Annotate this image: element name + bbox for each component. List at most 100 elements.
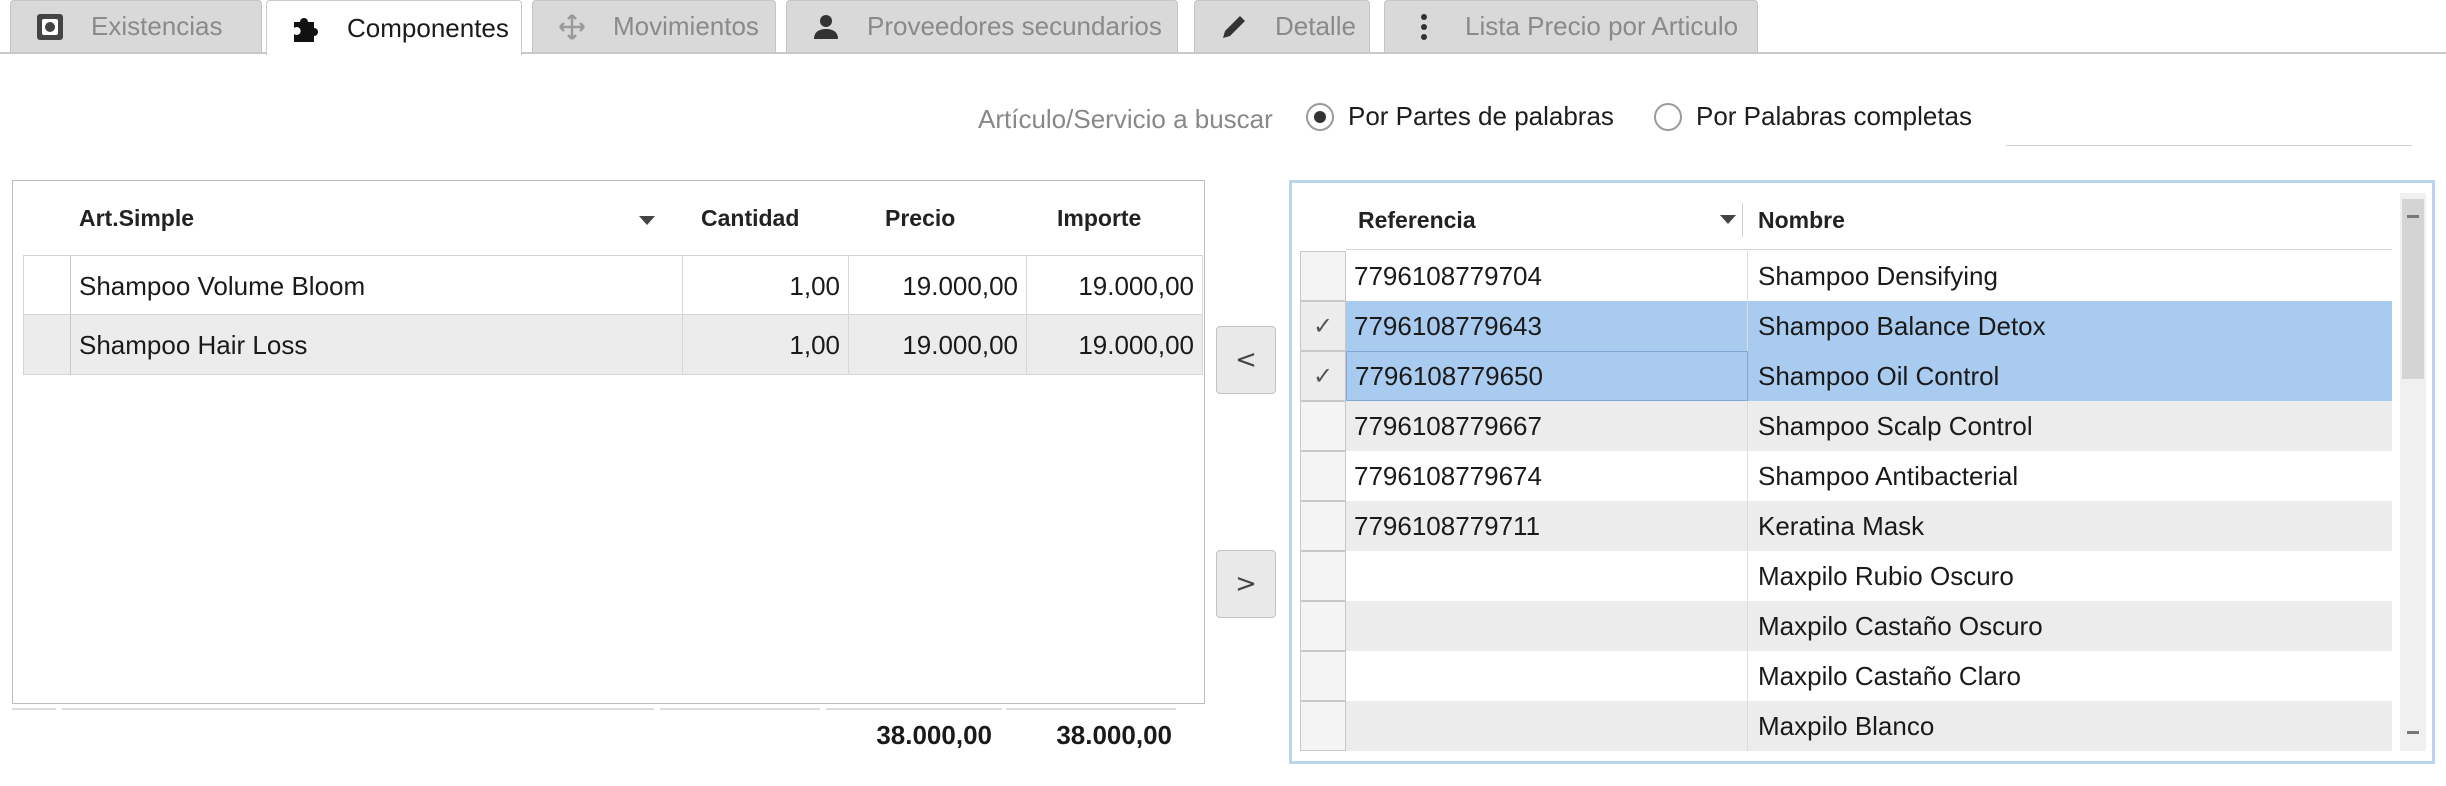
vertical-scrollbar[interactable] (2400, 193, 2426, 751)
kebab-icon (1407, 10, 1441, 44)
table-row[interactable]: Shampoo Volume Bloom 1,00 19.000,00 19.0… (23, 255, 1203, 316)
cell-referencia[interactable]: 7796108779650 (1346, 351, 1748, 401)
tab-proveedores-secundarios[interactable]: Proveedores secundarios (786, 0, 1178, 52)
list-item[interactable]: Maxpilo Castaño Claro (1300, 651, 2392, 701)
list-item[interactable]: Maxpilo Rubio Oscuro (1300, 551, 2392, 601)
row-checkbox[interactable] (1300, 451, 1346, 501)
cell-nombre[interactable]: Keratina Mask (1750, 501, 2390, 551)
cell-art[interactable]: Shampoo Hair Loss (71, 315, 683, 375)
tab-label: Existencias (91, 11, 223, 41)
list-item[interactable]: 7796108779711 Keratina Mask (1300, 501, 2392, 551)
cell-referencia[interactable]: 7796108779711 (1346, 501, 1748, 551)
tab-label: Movimientos (613, 11, 759, 41)
list-item[interactable]: 7796108779667 Shampoo Scalp Control (1300, 401, 2392, 451)
totals-divider (62, 708, 654, 710)
tab-existencias[interactable]: Existencias (10, 0, 262, 52)
totals-divider (660, 708, 820, 710)
cell-precio[interactable]: 19.000,00 (849, 256, 1027, 316)
move-left-button[interactable]: < (1216, 326, 1276, 394)
tab-movimientos[interactable]: Movimientos (532, 0, 776, 52)
move-right-button[interactable]: > (1216, 550, 1276, 618)
row-checkbox[interactable] (1300, 651, 1346, 701)
tab-label: Proveedores secundarios (867, 11, 1162, 41)
row-selector[interactable] (23, 315, 71, 375)
radio-partial-circle[interactable] (1306, 102, 1334, 131)
col-precio[interactable]: Precio (885, 181, 985, 255)
search-label: Artículo/Servicio a buscar (978, 104, 1273, 134)
table-row[interactable]: Shampoo Hair Loss 1,00 19.000,00 19.000,… (23, 315, 1203, 375)
cell-precio[interactable]: 19.000,00 (849, 315, 1027, 375)
cell-nombre[interactable]: Maxpilo Castaño Claro (1750, 651, 2390, 701)
pencil-icon (1217, 10, 1251, 44)
cell-referencia[interactable] (1346, 701, 1748, 751)
radio-whole-words[interactable]: Por Palabras completas (1654, 101, 1972, 132)
cell-nombre[interactable]: Maxpilo Blanco (1750, 701, 2390, 751)
totals-divider (1006, 708, 1176, 710)
list-item[interactable]: Maxpilo Castaño Oscuro (1300, 601, 2392, 651)
row-checkbox[interactable] (1300, 501, 1346, 551)
list-item[interactable]: 7796108779674 Shampoo Antibacterial (1300, 451, 2392, 501)
radio-whole-circle[interactable] (1654, 102, 1682, 131)
tab-detalle[interactable]: Detalle (1194, 0, 1370, 52)
cell-cantidad[interactable]: 1,00 (683, 315, 849, 375)
sort-caret-icon[interactable] (1720, 215, 1736, 224)
row-selector[interactable] (23, 256, 71, 316)
search-input[interactable] (2006, 96, 2412, 146)
cell-nombre[interactable]: Maxpilo Castaño Oscuro (1750, 601, 2390, 651)
cell-referencia[interactable]: 7796108779704 (1346, 251, 1748, 301)
totals-divider (826, 708, 1002, 710)
list-item[interactable]: ✓ 7796108779650 Shampoo Oil Control (1300, 351, 2392, 401)
total-precio: 38.000,00 (876, 720, 992, 750)
col-importe[interactable]: Importe (1057, 181, 1177, 255)
cell-referencia[interactable]: 7796108779643 (1346, 301, 1748, 351)
row-checkbox[interactable] (1300, 551, 1346, 601)
col-referencia[interactable]: Referencia (1358, 197, 1658, 243)
cell-nombre[interactable]: Maxpilo Rubio Oscuro (1750, 551, 2390, 601)
scroll-down-icon[interactable] (2407, 731, 2419, 734)
total-importe: 38.000,00 (1056, 720, 1172, 750)
list-item[interactable]: Maxpilo Blanco (1300, 701, 2392, 751)
row-checkbox[interactable] (1300, 251, 1346, 301)
sort-caret-icon[interactable] (639, 216, 655, 225)
scrollbar-thumb[interactable] (2402, 199, 2424, 379)
list-item[interactable]: 7796108779704 Shampoo Densifying (1300, 251, 2392, 301)
cell-nombre[interactable]: Shampoo Densifying (1750, 251, 2390, 301)
cell-nombre[interactable]: Shampoo Balance Detox (1750, 301, 2390, 351)
cell-referencia[interactable]: 7796108779667 (1346, 401, 1748, 451)
check-icon[interactable]: ✓ (1300, 301, 1346, 351)
puzzle-icon (289, 11, 323, 45)
tab-componentes[interactable]: Componentes (266, 0, 522, 55)
col-cantidad[interactable]: Cantidad (701, 181, 821, 255)
row-checkbox[interactable] (1300, 701, 1346, 751)
tab-lista-precio[interactable]: Lista Precio por Articulo (1384, 0, 1758, 52)
totals-divider (12, 708, 56, 710)
radio-whole-label: Por Palabras completas (1696, 101, 1973, 131)
tab-label: Lista Precio por Articulo (1465, 11, 1739, 41)
list-item[interactable]: ✓ 7796108779643 Shampoo Balance Detox (1300, 301, 2392, 351)
header-divider (1742, 203, 1743, 237)
cell-importe[interactable]: 19.000,00 (1027, 315, 1203, 375)
tab-bar: Existencias Componentes Movimientos Prov… (0, 0, 2446, 55)
cell-referencia[interactable]: 7796108779674 (1346, 451, 1748, 501)
cell-importe[interactable]: 19.000,00 (1027, 256, 1203, 316)
cell-referencia[interactable] (1346, 651, 1748, 701)
check-icon[interactable]: ✓ (1300, 351, 1346, 401)
stock-icon (33, 10, 67, 44)
tab-label: Detalle (1275, 11, 1356, 41)
cell-art[interactable]: Shampoo Volume Bloom (71, 256, 683, 316)
move-icon (555, 10, 589, 44)
col-art-simple[interactable]: Art.Simple (79, 181, 479, 255)
cell-nombre[interactable]: Shampoo Antibacterial (1750, 451, 2390, 501)
cell-nombre[interactable]: Shampoo Scalp Control (1750, 401, 2390, 451)
radio-partial-words[interactable]: Por Partes de palabras (1306, 101, 1614, 132)
cell-nombre[interactable]: Shampoo Oil Control (1750, 351, 2390, 401)
col-nombre[interactable]: Nombre (1758, 197, 2058, 243)
row-checkbox[interactable] (1300, 601, 1346, 651)
radio-partial-label: Por Partes de palabras (1348, 101, 1614, 131)
cell-referencia[interactable] (1346, 601, 1748, 651)
row-checkbox[interactable] (1300, 401, 1346, 451)
cell-referencia[interactable] (1346, 551, 1748, 601)
cell-cantidad[interactable]: 1,00 (683, 256, 849, 316)
tab-label: Componentes (347, 12, 509, 43)
scroll-up-icon[interactable] (2407, 215, 2419, 218)
